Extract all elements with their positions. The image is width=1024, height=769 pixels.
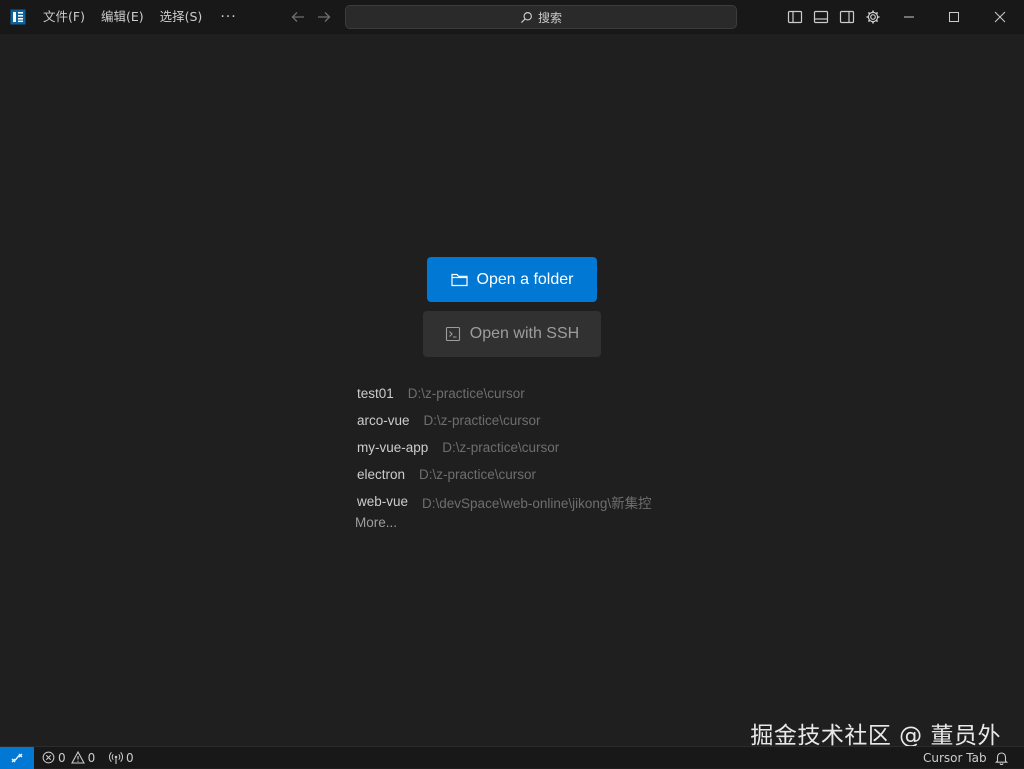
maximize-icon	[949, 12, 959, 22]
error-count: 0	[58, 750, 66, 765]
open-ssh-label: Open with SSH	[469, 325, 580, 342]
remote-icon	[11, 753, 23, 763]
recent-item-path: D:\z-practice\cursor	[419, 467, 537, 482]
warning-icon	[70, 751, 85, 764]
cursor-tab-label: Cursor Tab	[923, 750, 987, 765]
remote-indicator-button[interactable]	[0, 747, 34, 769]
menu-more-button[interactable]: ···	[210, 9, 246, 25]
recent-item-name[interactable]: test01	[357, 386, 394, 401]
toggle-secondary-sidebar-icon[interactable]	[839, 9, 855, 25]
recent-item-path: D:\z-practice\cursor	[423, 413, 541, 428]
warning-count: 0	[87, 750, 96, 765]
search-icon	[521, 11, 532, 23]
open-folder-button[interactable]: Open a folder	[427, 257, 597, 302]
notifications-button[interactable]	[995, 747, 1008, 768]
menu-file[interactable]: 文件(F)	[35, 0, 93, 34]
recent-more-link[interactable]: More...	[355, 515, 397, 530]
minimize-button[interactable]	[886, 0, 932, 34]
recent-item-name[interactable]: web-vue	[357, 494, 408, 509]
toggle-panel-icon[interactable]	[813, 9, 829, 25]
status-bar: 0 0 0 Cursor Tab	[0, 746, 1024, 769]
forward-arrow-icon[interactable]	[316, 9, 332, 25]
open-ssh-button[interactable]: Open with SSH	[423, 311, 601, 357]
menu-edit[interactable]: 编辑(E)	[93, 0, 152, 34]
close-icon	[994, 11, 1006, 23]
error-icon	[42, 751, 55, 764]
cursor-tab-indicator[interactable]: Cursor Tab	[923, 747, 987, 768]
recent-projects-list: test01 D:\z-practice\cursor arco-vue D:\…	[357, 380, 652, 515]
recent-item[interactable]: electron D:\z-practice\cursor	[357, 461, 652, 488]
search-label: 搜索	[537, 10, 562, 25]
menu-selection[interactable]: 选择(S)	[152, 0, 211, 34]
recent-item-path: D:\z-practice\cursor	[407, 386, 525, 401]
recent-item-path: D:\z-practice\cursor	[442, 440, 560, 455]
recent-item-path: D:\devSpace\web-online\jikong\新集控	[422, 495, 652, 511]
broadcast-icon	[109, 751, 123, 764]
toggle-primary-sidebar-icon[interactable]	[787, 9, 803, 25]
recent-item[interactable]: my-vue-app D:\z-practice\cursor	[357, 434, 652, 461]
recent-item-name[interactable]: arco-vue	[357, 413, 410, 428]
recent-item[interactable]: arco-vue D:\z-practice\cursor	[357, 407, 652, 434]
bell-icon	[995, 751, 1008, 765]
problems-indicator[interactable]: 0 0	[42, 747, 95, 768]
menu-bar: 文件(F) 编辑(E) 选择(S) ···	[35, 0, 247, 34]
title-bar: 文件(F) 编辑(E) 选择(S) ··· 搜索	[0, 0, 1024, 34]
recent-item[interactable]: test01 D:\z-practice\cursor	[357, 380, 652, 407]
recent-item-name[interactable]: electron	[357, 467, 405, 482]
recent-item-name[interactable]: my-vue-app	[357, 440, 428, 455]
recent-item[interactable]: web-vue D:\devSpace\web-online\jikong\新集…	[357, 488, 652, 515]
terminal-icon	[445, 326, 460, 342]
command-search-box[interactable]: 搜索	[345, 5, 737, 29]
close-button[interactable]	[977, 0, 1023, 34]
minimize-icon	[904, 16, 914, 18]
settings-gear-icon[interactable]	[865, 9, 881, 25]
watermark-text: 掘金技术社区 @ 董员外	[750, 723, 1001, 749]
open-folder-label: Open a folder	[476, 270, 574, 288]
app-logo-icon	[10, 9, 26, 25]
maximize-button[interactable]	[931, 0, 977, 34]
back-arrow-icon[interactable]	[290, 9, 306, 25]
ports-indicator[interactable]: 0	[109, 747, 134, 768]
ports-count: 0	[126, 750, 134, 765]
folder-icon	[450, 273, 468, 287]
